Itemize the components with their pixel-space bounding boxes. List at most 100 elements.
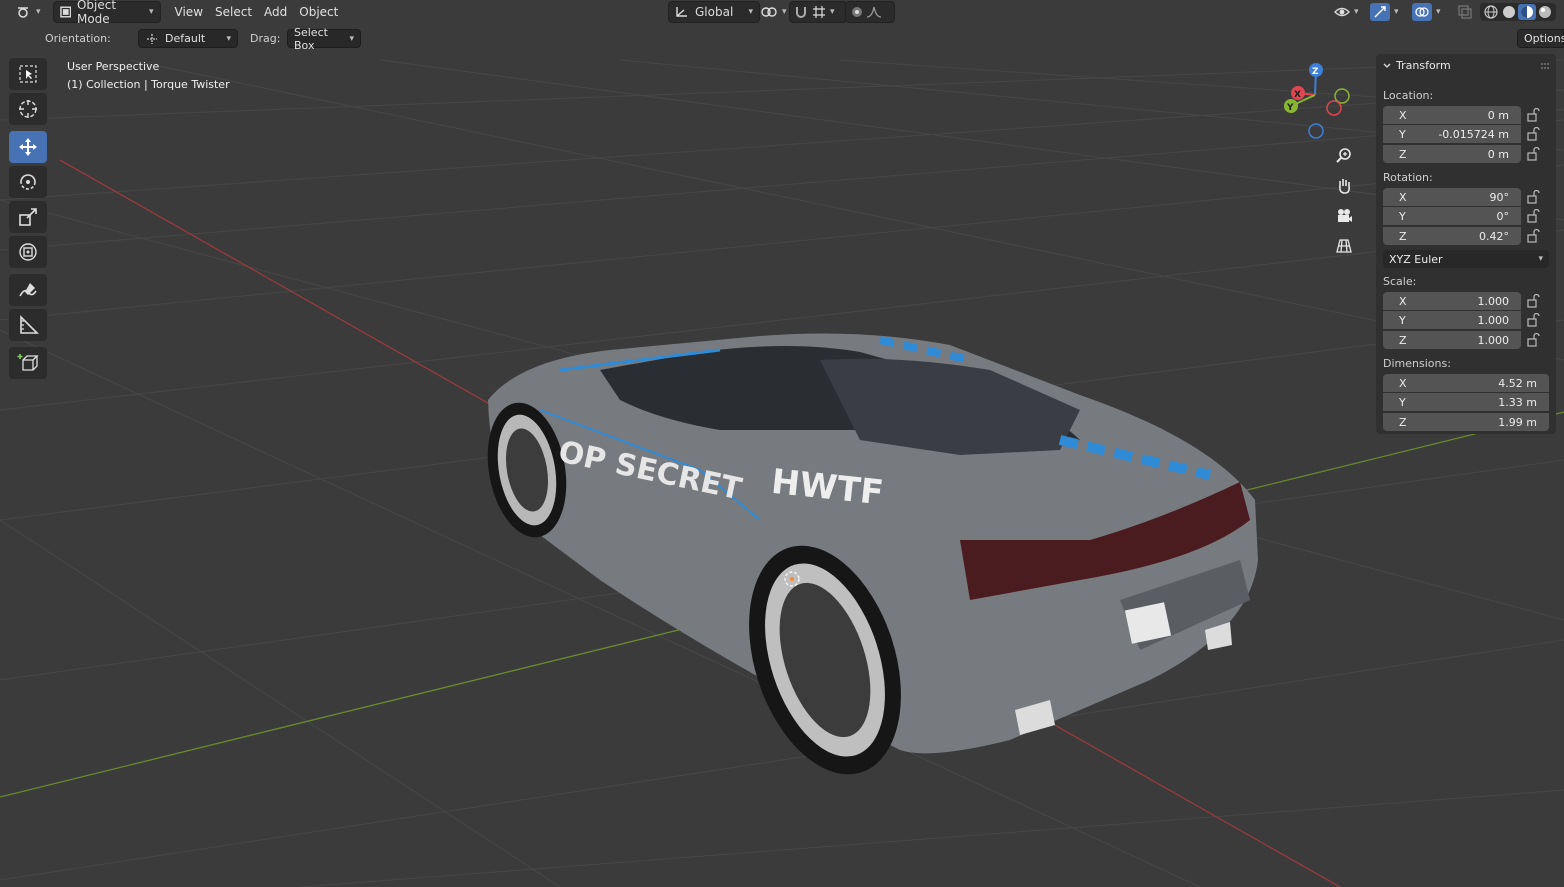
drag-handle-icon[interactable] bbox=[1540, 62, 1550, 70]
add-cube-icon bbox=[17, 354, 39, 371]
object-mode-icon bbox=[59, 6, 71, 18]
transform-orientation-selector[interactable]: Global ▾ bbox=[668, 1, 760, 23]
dimensions-z-field[interactable]: Z 1.99 m bbox=[1383, 413, 1549, 431]
orientation-dropdown[interactable]: Default ▾ bbox=[138, 29, 238, 48]
tool-add-cube[interactable] bbox=[9, 347, 47, 379]
options-label: Options bbox=[1524, 32, 1564, 45]
xray-toggle[interactable] bbox=[1452, 2, 1478, 22]
drag-dropdown[interactable]: Select Box ▾ bbox=[287, 26, 361, 52]
scale-label: Scale: bbox=[1383, 275, 1417, 288]
panel-title: Transform bbox=[1396, 59, 1451, 72]
collection-info: (1) Collection | Torque Twister bbox=[67, 78, 230, 91]
wireframe-shading-icon[interactable] bbox=[1482, 4, 1500, 20]
tool-transform[interactable] bbox=[9, 236, 47, 268]
transform-orientation-label: Global bbox=[695, 5, 734, 19]
scale-y-field[interactable]: Y 1.000 bbox=[1383, 311, 1521, 329]
scale-z-field[interactable]: Z 1.000 bbox=[1383, 331, 1521, 349]
gizmo-toggle[interactable]: ▾ bbox=[1364, 2, 1405, 22]
xray-icon bbox=[1458, 5, 1472, 19]
rendered-shading-icon[interactable] bbox=[1536, 4, 1554, 20]
location-z-field[interactable]: Z0 m bbox=[1383, 145, 1521, 163]
overlays-icon bbox=[1415, 7, 1429, 17]
gizmo-x-label: X bbox=[1294, 90, 1301, 100]
viewport-scene: OP SECRET HWTF Z X Y bbox=[0, 59, 1564, 887]
rotation-z-field[interactable]: Z 0.42° bbox=[1383, 227, 1521, 245]
solid-shading-icon[interactable] bbox=[1500, 4, 1518, 20]
car-model: OP SECRET HWTF bbox=[487, 333, 1258, 775]
view-name: User Perspective bbox=[67, 60, 160, 73]
rotation-x-field[interactable]: X 90° bbox=[1383, 188, 1521, 206]
viewport-header: ▾ Object Mode ▾ View Select Add Object G… bbox=[0, 0, 1564, 26]
shading-modes bbox=[1480, 3, 1556, 21]
select-box-icon bbox=[19, 65, 37, 83]
options-button[interactable]: Options bbox=[1517, 29, 1564, 48]
drag-value: Select Box bbox=[294, 25, 328, 52]
lock-location-y-icon[interactable] bbox=[1526, 127, 1540, 141]
menu-object[interactable]: Object bbox=[293, 2, 344, 22]
camera-view-button[interactable] bbox=[1332, 204, 1356, 228]
rotation-label: Rotation: bbox=[1383, 171, 1433, 184]
tool-select-box[interactable] bbox=[9, 58, 47, 90]
rotate-icon bbox=[20, 174, 36, 190]
pan-button[interactable] bbox=[1332, 174, 1356, 198]
scale-icon bbox=[19, 208, 37, 226]
tool-move[interactable] bbox=[9, 131, 47, 163]
magnet-icon bbox=[796, 7, 806, 18]
scale-x-field[interactable]: X 1.000 bbox=[1383, 292, 1521, 310]
lock-rotation-z-icon[interactable] bbox=[1526, 229, 1540, 243]
lock-location-x-icon[interactable] bbox=[1526, 108, 1540, 122]
rotation-mode-dropdown[interactable]: XYZ Euler ▾ bbox=[1383, 250, 1549, 268]
dimensions-x-field[interactable]: X 4.52 m bbox=[1383, 374, 1549, 392]
lock-scale-y-icon[interactable] bbox=[1526, 313, 1540, 327]
snap-grid-icon bbox=[813, 6, 825, 18]
visibility-button[interactable]: ▾ bbox=[1328, 2, 1365, 22]
lock-location-z-icon[interactable] bbox=[1526, 147, 1540, 161]
3d-viewport[interactable]: OP SECRET HWTF Z X Y bbox=[0, 0, 1564, 887]
rotation-y-field[interactable]: Y 0° bbox=[1383, 207, 1521, 225]
lock-rotation-y-icon[interactable] bbox=[1526, 209, 1540, 223]
overlays-toggle[interactable]: ▾ bbox=[1406, 2, 1447, 22]
lock-scale-x-icon[interactable] bbox=[1526, 294, 1540, 308]
editor-type-icon bbox=[18, 7, 28, 18]
snap-toggle[interactable]: ▾ bbox=[789, 1, 847, 23]
toolbar bbox=[9, 58, 49, 382]
drag-label: Drag: bbox=[250, 32, 281, 45]
editor-type-button[interactable]: ▾ bbox=[10, 2, 47, 22]
menu-view[interactable]: View bbox=[169, 2, 209, 22]
orientation-axes-icon bbox=[676, 7, 687, 17]
mode-selector[interactable]: Object Mode ▾ bbox=[52, 0, 161, 26]
pivot-point-button[interactable]: ▾ bbox=[754, 2, 793, 22]
proportional-edit-icon bbox=[852, 7, 862, 17]
mode-label: Object Mode bbox=[76, 0, 117, 26]
orientation-label: Orientation: bbox=[45, 32, 111, 45]
orientation-value: Default bbox=[165, 32, 206, 45]
gizmo-y-label: Y bbox=[1286, 103, 1294, 113]
pivot-point-icon bbox=[761, 7, 777, 17]
collapse-chevron-icon[interactable] bbox=[1382, 61, 1392, 71]
rotation-mode-value: XYZ Euler bbox=[1389, 252, 1443, 266]
tool-scale[interactable] bbox=[9, 201, 47, 233]
menu-select[interactable]: Select bbox=[209, 2, 258, 22]
dimensions-label: Dimensions: bbox=[1383, 357, 1451, 370]
lock-scale-z-icon[interactable] bbox=[1526, 333, 1540, 347]
measure-ruler-icon bbox=[20, 315, 39, 334]
transform-icon bbox=[19, 243, 37, 261]
hand-icon bbox=[1339, 179, 1350, 194]
tool-measure[interactable] bbox=[9, 309, 47, 341]
falloff-curve-icon bbox=[866, 6, 882, 18]
location-x-field[interactable]: X0 m bbox=[1383, 106, 1521, 124]
location-y-field[interactable]: Y -0.015724 m bbox=[1383, 125, 1521, 143]
zoom-button[interactable] bbox=[1332, 144, 1356, 168]
gizmo-icon bbox=[1374, 6, 1386, 18]
annotate-pencil-icon bbox=[19, 283, 37, 297]
dimensions-y-field[interactable]: Y 1.33 m bbox=[1383, 393, 1549, 411]
material-preview-shading-icon[interactable] bbox=[1520, 5, 1534, 19]
proportional-editing-toggle[interactable] bbox=[845, 1, 895, 23]
tool-annotate[interactable] bbox=[9, 274, 47, 306]
zoom-magnifier-icon bbox=[1336, 148, 1351, 163]
menu-add[interactable]: Add bbox=[258, 2, 293, 22]
tool-cursor[interactable] bbox=[9, 93, 47, 125]
perspective-toggle-button[interactable] bbox=[1332, 234, 1356, 258]
tool-rotate[interactable] bbox=[9, 166, 47, 198]
lock-rotation-x-icon[interactable] bbox=[1526, 190, 1540, 204]
